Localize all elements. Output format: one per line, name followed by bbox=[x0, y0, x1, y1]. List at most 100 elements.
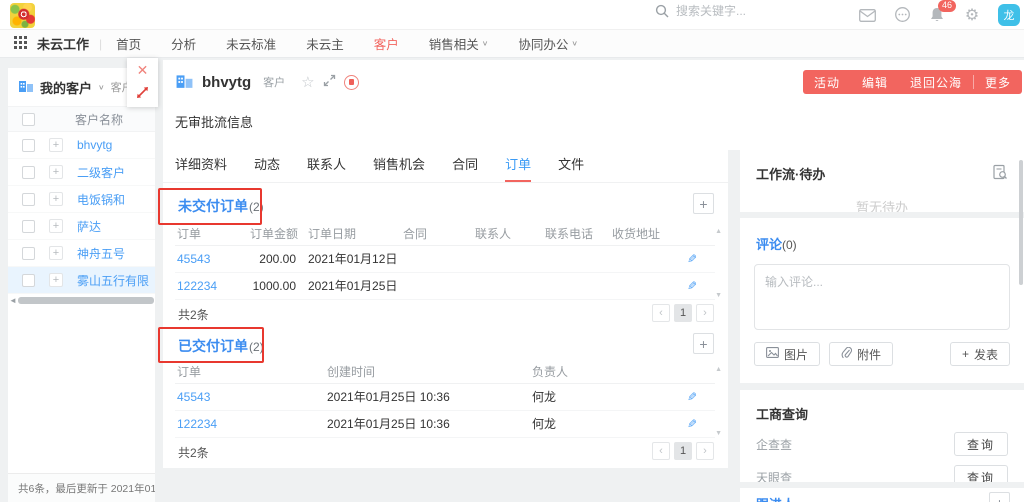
col-owner[interactable]: 负责人 bbox=[530, 360, 685, 383]
page-prev-button[interactable]: ‹ bbox=[652, 304, 670, 322]
tab-files[interactable]: 文件 bbox=[558, 154, 584, 182]
nav-item-customer[interactable]: 客户 bbox=[374, 34, 399, 53]
order-link[interactable]: 122234 bbox=[177, 417, 217, 431]
chat-icon[interactable] bbox=[893, 6, 911, 24]
tab-orders[interactable]: 订单 bbox=[505, 154, 531, 182]
close-icon[interactable]: ✕ bbox=[137, 63, 149, 77]
horizontal-scrollbar[interactable]: ◄ bbox=[8, 296, 155, 305]
col-address[interactable]: 收货地址 bbox=[610, 222, 685, 245]
nav-item-standard[interactable]: 未云标准 bbox=[226, 34, 276, 53]
nav-item-sales[interactable]: 销售相关∨ bbox=[429, 34, 489, 53]
activity-button[interactable]: 活动 bbox=[803, 74, 851, 91]
query-button-qichacha[interactable]: 查询 bbox=[954, 432, 1008, 456]
expand-plus-icon[interactable]: + bbox=[49, 246, 63, 260]
nav-item-home[interactable]: 首页 bbox=[116, 34, 141, 53]
scrollbar-thumb[interactable] bbox=[18, 297, 154, 304]
query-button-tianyancha[interactable]: 查询 bbox=[954, 465, 1008, 482]
edit-pencil-icon[interactable]: ✎ bbox=[687, 390, 697, 404]
col-date[interactable]: 订单日期 bbox=[306, 222, 401, 245]
page-number[interactable]: 1 bbox=[674, 442, 692, 460]
user-avatar[interactable]: 龙 bbox=[998, 4, 1020, 26]
column-header-customer-name[interactable]: 客户名称 bbox=[75, 111, 123, 128]
chevron-down-icon[interactable]: ∨ bbox=[98, 83, 105, 92]
customer-row[interactable]: + 二级客户 bbox=[8, 159, 155, 186]
customer-link[interactable]: 神舟五号 bbox=[77, 245, 125, 262]
row-checkbox[interactable] bbox=[22, 274, 35, 287]
tab-details[interactable]: 详细资料 bbox=[175, 154, 227, 182]
status-red-badge-icon[interactable] bbox=[344, 75, 359, 90]
order-link[interactable]: 45543 bbox=[177, 252, 210, 266]
resize-diagonal-icon[interactable] bbox=[136, 86, 149, 102]
scroll-down-icon[interactable]: ▼ bbox=[715, 430, 722, 437]
customer-link[interactable]: 萨达 bbox=[77, 218, 101, 235]
col-contract[interactable]: 合同 bbox=[401, 222, 473, 245]
order-link[interactable]: 45543 bbox=[177, 390, 210, 404]
col-order[interactable]: 订单 bbox=[175, 360, 325, 383]
customer-list-title[interactable]: 我的客户 bbox=[40, 78, 92, 97]
table-row[interactable]: 45543 2021年01月25日 10:36 何龙 ✎ bbox=[175, 383, 715, 410]
edit-button[interactable]: 编辑 bbox=[851, 74, 899, 91]
order-link[interactable]: 122234 bbox=[177, 279, 217, 293]
select-all-checkbox[interactable] bbox=[22, 113, 35, 126]
table-row[interactable]: 45543 200.00 2021年01月12日 ✎ bbox=[175, 245, 715, 272]
edit-pencil-icon[interactable]: ✎ bbox=[687, 417, 697, 431]
row-checkbox[interactable] bbox=[22, 166, 35, 179]
notifications-bell-icon[interactable]: 46 bbox=[928, 6, 946, 24]
customer-link[interactable]: bhvytg bbox=[77, 138, 112, 152]
return-to-pool-button[interactable]: 退回公海 bbox=[899, 74, 973, 91]
comment-input[interactable] bbox=[754, 264, 1010, 330]
row-checkbox[interactable] bbox=[22, 193, 35, 206]
settings-gear-icon[interactable]: ⚙ bbox=[963, 6, 981, 24]
page-next-button[interactable]: › bbox=[696, 442, 714, 460]
global-search[interactable] bbox=[655, 4, 826, 18]
customer-row[interactable]: + 神舟五号 bbox=[8, 240, 155, 267]
customer-row[interactable]: + 电饭锅和 bbox=[8, 186, 155, 213]
col-order[interactable]: 订单 bbox=[175, 222, 248, 245]
row-checkbox[interactable] bbox=[22, 247, 35, 260]
expand-plus-icon[interactable]: + bbox=[49, 273, 63, 287]
page-scrollbar-thumb[interactable] bbox=[1019, 160, 1023, 285]
doc-search-icon[interactable] bbox=[992, 164, 1008, 183]
table-row[interactable]: 122234 1000.00 2021年01月25日 ✎ bbox=[175, 272, 715, 299]
tab-contracts[interactable]: 合同 bbox=[452, 154, 478, 182]
search-input[interactable] bbox=[676, 4, 826, 18]
customer-link[interactable]: 电饭锅和 bbox=[77, 191, 125, 208]
add-delivered-order-button[interactable]: + bbox=[693, 333, 714, 354]
nav-item-analysis[interactable]: 分析 bbox=[171, 34, 196, 53]
attachment-button[interactable]: 附件 bbox=[829, 342, 893, 366]
expand-plus-icon[interactable]: + bbox=[49, 165, 63, 179]
more-button[interactable]: 更多 bbox=[974, 74, 1022, 91]
customer-link[interactable]: 二级客户 bbox=[77, 164, 125, 181]
tab-opportunities[interactable]: 销售机会 bbox=[373, 154, 425, 182]
expand-plus-icon[interactable]: + bbox=[49, 192, 63, 206]
app-logo[interactable] bbox=[10, 3, 35, 28]
mail-icon[interactable] bbox=[858, 6, 876, 24]
add-order-button[interactable]: + bbox=[693, 193, 714, 214]
table-row[interactable]: 122234 2021年01月25日 10:36 何龙 ✎ bbox=[175, 410, 715, 437]
page-prev-button[interactable]: ‹ bbox=[652, 442, 670, 460]
star-favorite-icon[interactable]: ☆ bbox=[301, 73, 314, 91]
customer-row[interactable]: + 萨达 bbox=[8, 213, 155, 240]
col-phone[interactable]: 联系电话 bbox=[543, 222, 610, 245]
publish-button[interactable]: + 发表 bbox=[950, 342, 1010, 366]
nav-item-collaboration[interactable]: 协同办公∨ bbox=[518, 34, 578, 53]
expand-plus-icon[interactable]: + bbox=[49, 138, 63, 152]
customer-row[interactable]: + bhvytg bbox=[8, 132, 155, 159]
tab-activity[interactable]: 动态 bbox=[254, 154, 280, 182]
col-amount[interactable]: 订单金额 bbox=[248, 222, 306, 245]
col-created[interactable]: 创建时间 bbox=[325, 360, 530, 383]
expand-plus-icon[interactable]: + bbox=[49, 219, 63, 233]
tab-contacts[interactable]: 联系人 bbox=[307, 154, 346, 182]
add-follower-button[interactable]: + bbox=[989, 492, 1010, 502]
nav-app-menu[interactable]: 未云工作 bbox=[37, 34, 89, 53]
fullscreen-expand-icon[interactable] bbox=[323, 74, 336, 90]
page-number[interactable]: 1 bbox=[674, 304, 692, 322]
row-checkbox[interactable] bbox=[22, 139, 35, 152]
scroll-left-arrow-icon[interactable]: ◄ bbox=[9, 296, 17, 305]
scroll-up-icon[interactable]: ▲ bbox=[715, 228, 722, 235]
app-grid-icon[interactable] bbox=[14, 36, 27, 52]
customer-row-selected[interactable]: + 雾山五行有限 bbox=[8, 267, 155, 294]
customer-link[interactable]: 雾山五行有限 bbox=[77, 272, 149, 289]
edit-pencil-icon[interactable]: ✎ bbox=[687, 252, 697, 266]
nav-item-main[interactable]: 未云主 bbox=[306, 34, 344, 53]
